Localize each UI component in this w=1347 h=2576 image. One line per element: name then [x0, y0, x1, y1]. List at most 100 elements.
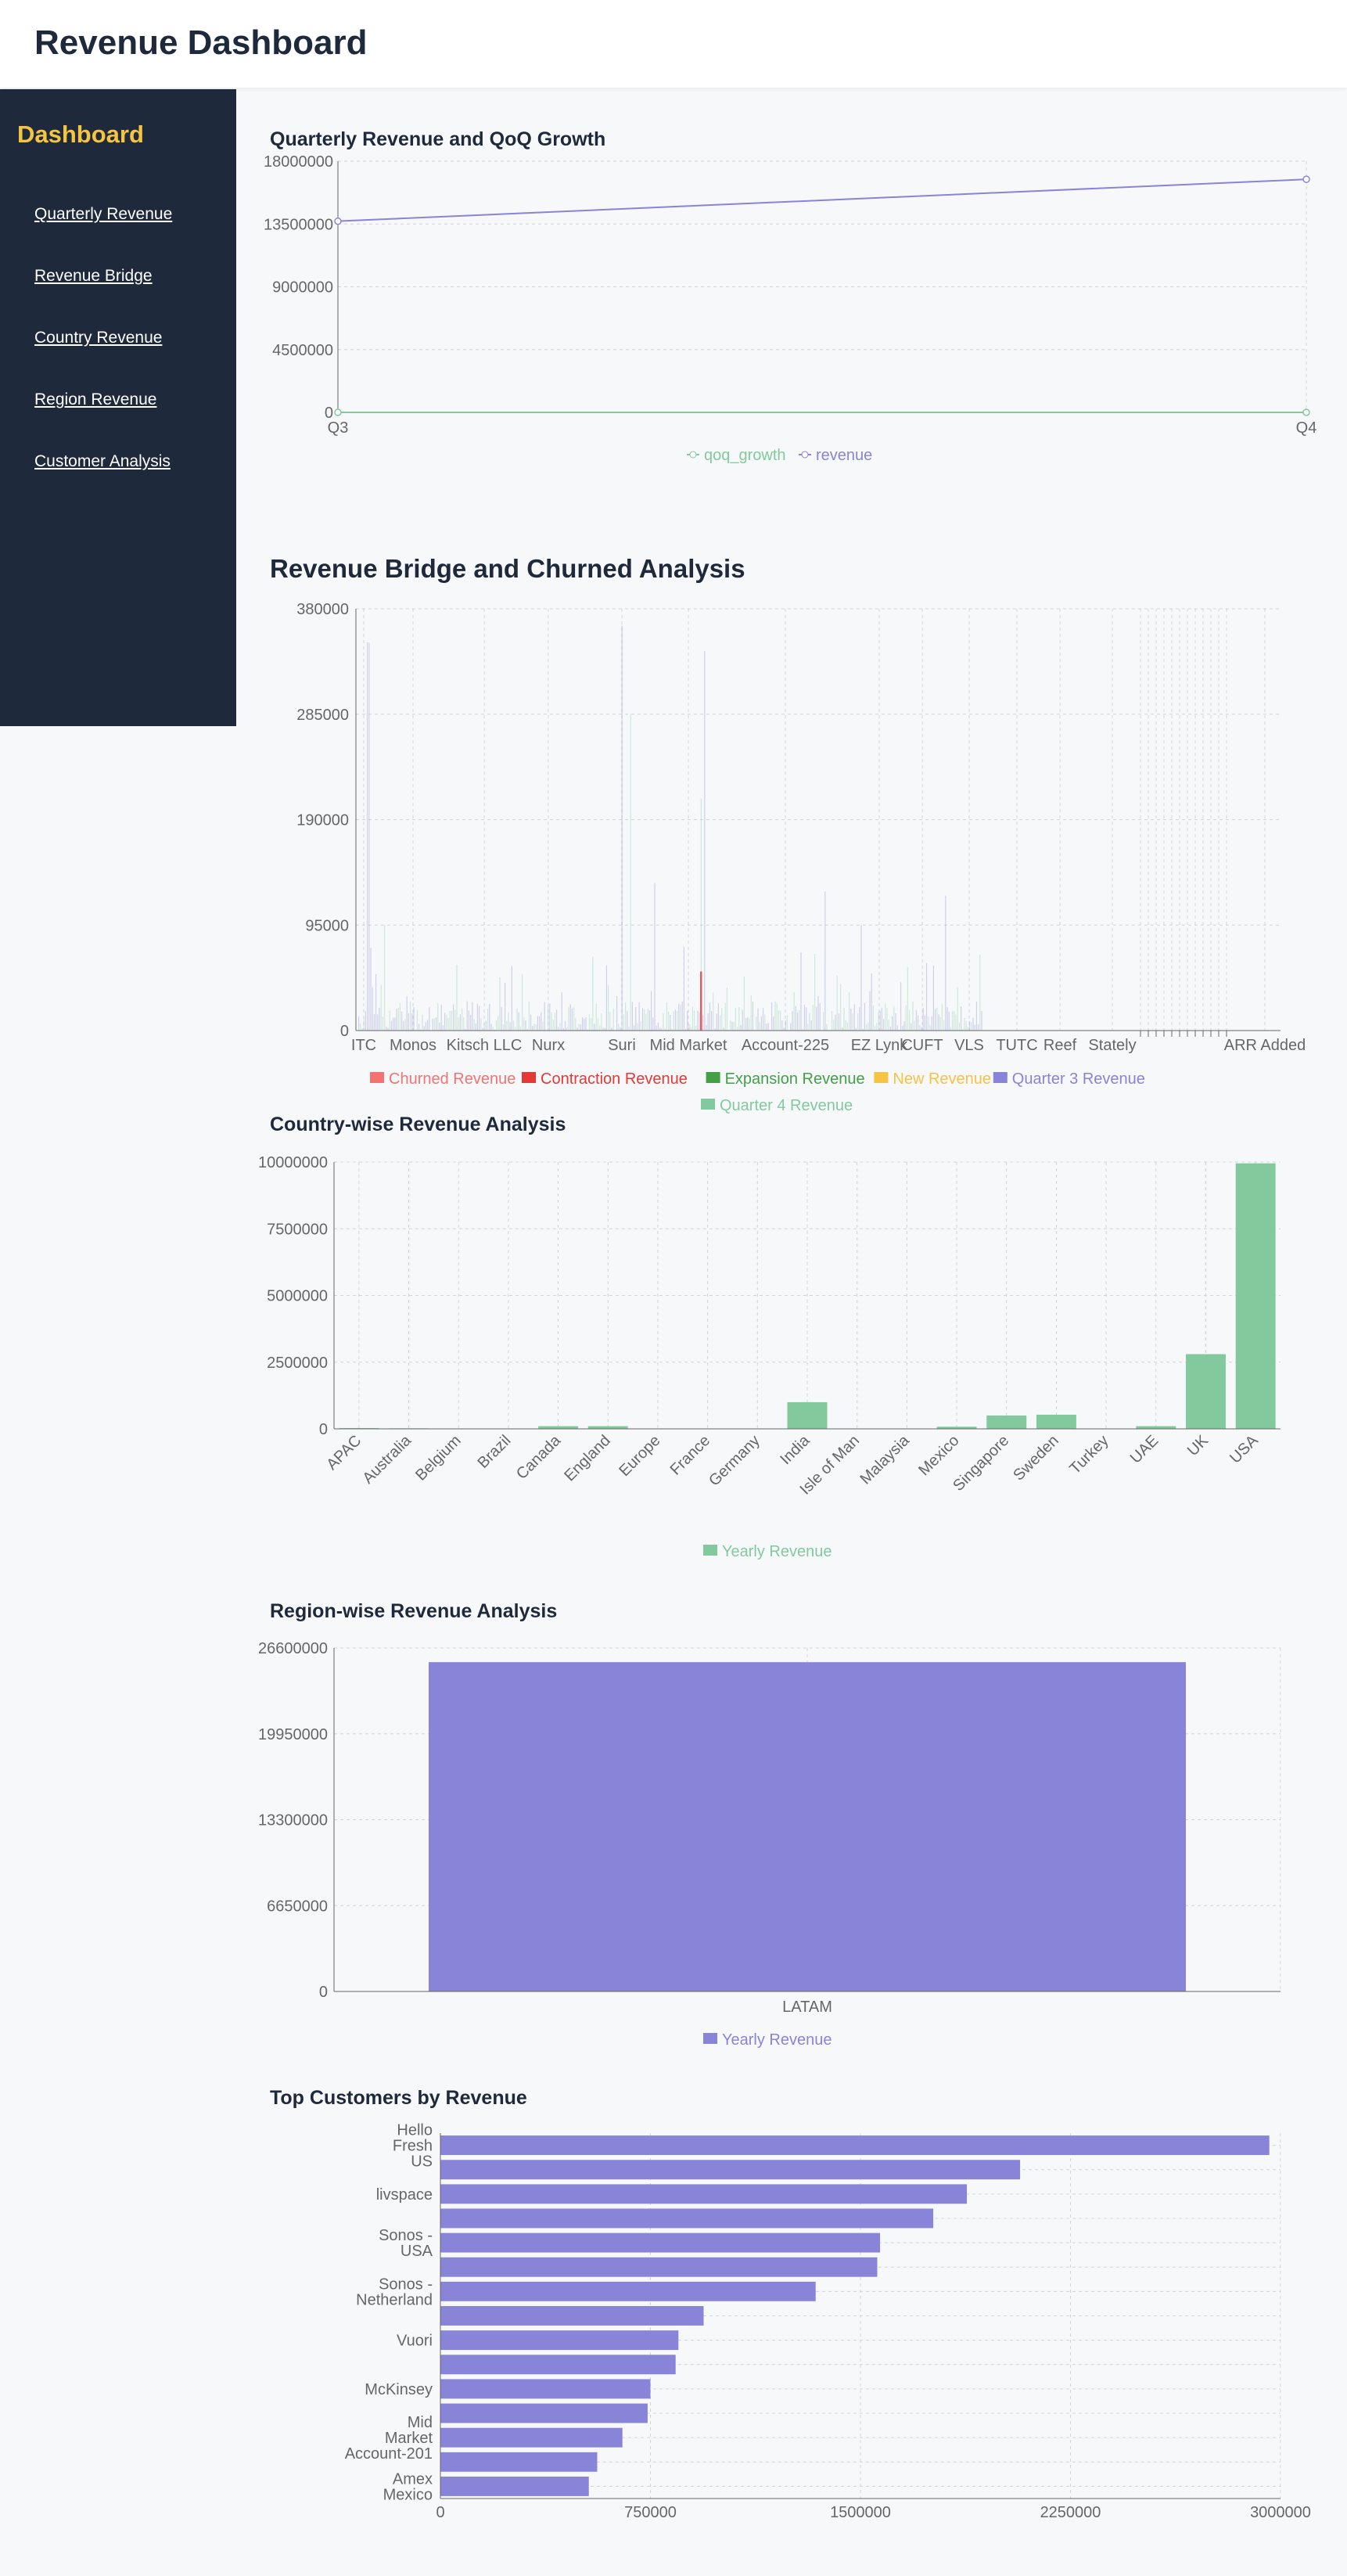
bridge-bar [509, 1022, 511, 1031]
bridge-bar [588, 1014, 590, 1031]
bridge-bar [952, 1011, 954, 1031]
legend-label: New Revenue [893, 1070, 991, 1088]
bridge-bar [814, 953, 816, 1031]
country-bar-India [787, 1401, 828, 1429]
bridge-bar [909, 1009, 911, 1031]
x-tick-label: VLS [954, 1037, 984, 1054]
bridge-bar [760, 1016, 762, 1031]
bridge-bar [935, 1009, 936, 1031]
bridge-bar [694, 1010, 695, 1031]
bridge-bar [778, 1010, 779, 1031]
bridge-bar [867, 1022, 869, 1031]
bridge-bar [447, 1018, 449, 1031]
x-tick-label: Q3 [328, 419, 349, 437]
bridge-bar [582, 1016, 584, 1031]
bridge-bar [711, 1011, 713, 1031]
bridge-bar [499, 977, 501, 1031]
bridge-bar [439, 1022, 440, 1031]
y-tick-label: 19950000 [258, 1726, 328, 1743]
bridge-bar [737, 1026, 738, 1031]
x-tick-label: 1500000 [830, 2504, 891, 2521]
bridge-bar [800, 952, 802, 1031]
bridge-bar [688, 1024, 690, 1031]
bridge-bar [807, 1024, 809, 1031]
bridge-bar [537, 1016, 538, 1031]
bridge-bar [458, 1017, 459, 1031]
bridge-bar [454, 1009, 456, 1031]
bridge-bar [358, 1016, 360, 1031]
country-bar-UK [1186, 1354, 1226, 1429]
bridge-bar [926, 962, 928, 1031]
series-point [1302, 175, 1310, 183]
bridge-bar [463, 1017, 465, 1031]
bridge-bar [981, 1011, 982, 1031]
bridge-bar [860, 925, 862, 1031]
bridge-bar [774, 1001, 776, 1031]
bridge-bars [358, 625, 982, 1031]
bridge-bar [668, 1012, 670, 1031]
bridge-bar [539, 1016, 541, 1031]
legend-label: Yearly Revenue [722, 2031, 832, 2049]
bridge-bar [743, 976, 745, 1031]
x-tick-label: Turkey [1066, 1432, 1112, 1477]
bridge-bar [889, 1026, 891, 1031]
bridge-bar [485, 1020, 487, 1031]
bridge-bar [595, 1003, 597, 1031]
bridge-bar [628, 1027, 630, 1031]
bridge-bar [522, 973, 523, 1031]
bridge-bar [569, 1004, 571, 1031]
y-tick-label: 13300000 [258, 1812, 328, 1829]
bridge-bar [368, 642, 370, 1031]
bridge-bar [681, 1002, 683, 1031]
bridge-bar [533, 1023, 535, 1031]
legend-label: qoq_growth [704, 447, 786, 464]
bridge-bar [766, 1024, 767, 1031]
bridge-bar [735, 1007, 736, 1031]
bridge-bar [566, 1027, 568, 1031]
legend-swatch-icon [703, 2033, 717, 2044]
x-tick-label: Account-225 [742, 1037, 829, 1054]
bridge-bar [442, 1024, 444, 1031]
country-bar-Canada [538, 1426, 579, 1429]
x-tick-label: Canada [513, 1431, 565, 1483]
bridge-bar [849, 991, 850, 1031]
bridge-bar [552, 1020, 554, 1031]
bridge-bar [544, 1002, 545, 1031]
bridge-bar [476, 1003, 478, 1031]
bridge-bar [886, 1008, 888, 1031]
customer-bar [440, 2476, 589, 2496]
bridge-bar [568, 1006, 569, 1031]
x-tick-label: Belgium [412, 1432, 465, 1484]
bridge-bar [437, 1002, 439, 1031]
bridge-bar [578, 1024, 580, 1031]
bridge-bar [502, 1024, 504, 1031]
bridge-bar [680, 1005, 681, 1031]
x-tick-label: Kitsch LLC [447, 1037, 523, 1054]
bridge-bar [883, 1019, 885, 1031]
country-bar-Singapore [986, 1415, 1027, 1429]
x-tick-label: Reef [1043, 1037, 1077, 1054]
bridge-bar [896, 1025, 898, 1031]
legend-label: Quarter 4 Revenue [720, 1097, 853, 1114]
x-tick-label: Monos [390, 1037, 436, 1054]
bridge-bar [750, 995, 752, 1031]
legend-swatch-icon [993, 1072, 1008, 1083]
bridge-bar [902, 1026, 903, 1031]
x-tick-label: Mexico [915, 1432, 962, 1479]
bridge-bar [928, 1016, 929, 1031]
bridge-bar [384, 925, 386, 1031]
bridge-bar [948, 1011, 950, 1031]
bridge-bar [473, 1019, 475, 1031]
bridge-bar [939, 1016, 941, 1031]
bridge-bar [608, 984, 609, 1031]
bridge-bar [975, 1002, 977, 1031]
legend-swatch-icon [522, 1072, 536, 1083]
bridge-bar [542, 1021, 544, 1031]
bridge-bar [387, 1027, 389, 1031]
bridge-bar [965, 1021, 967, 1031]
bridge-bar [747, 1017, 749, 1031]
bridge-bar [618, 1024, 620, 1031]
quarterly-series [334, 175, 1310, 416]
bridge-bar [869, 991, 871, 1031]
bridge-bar [730, 1020, 731, 1031]
